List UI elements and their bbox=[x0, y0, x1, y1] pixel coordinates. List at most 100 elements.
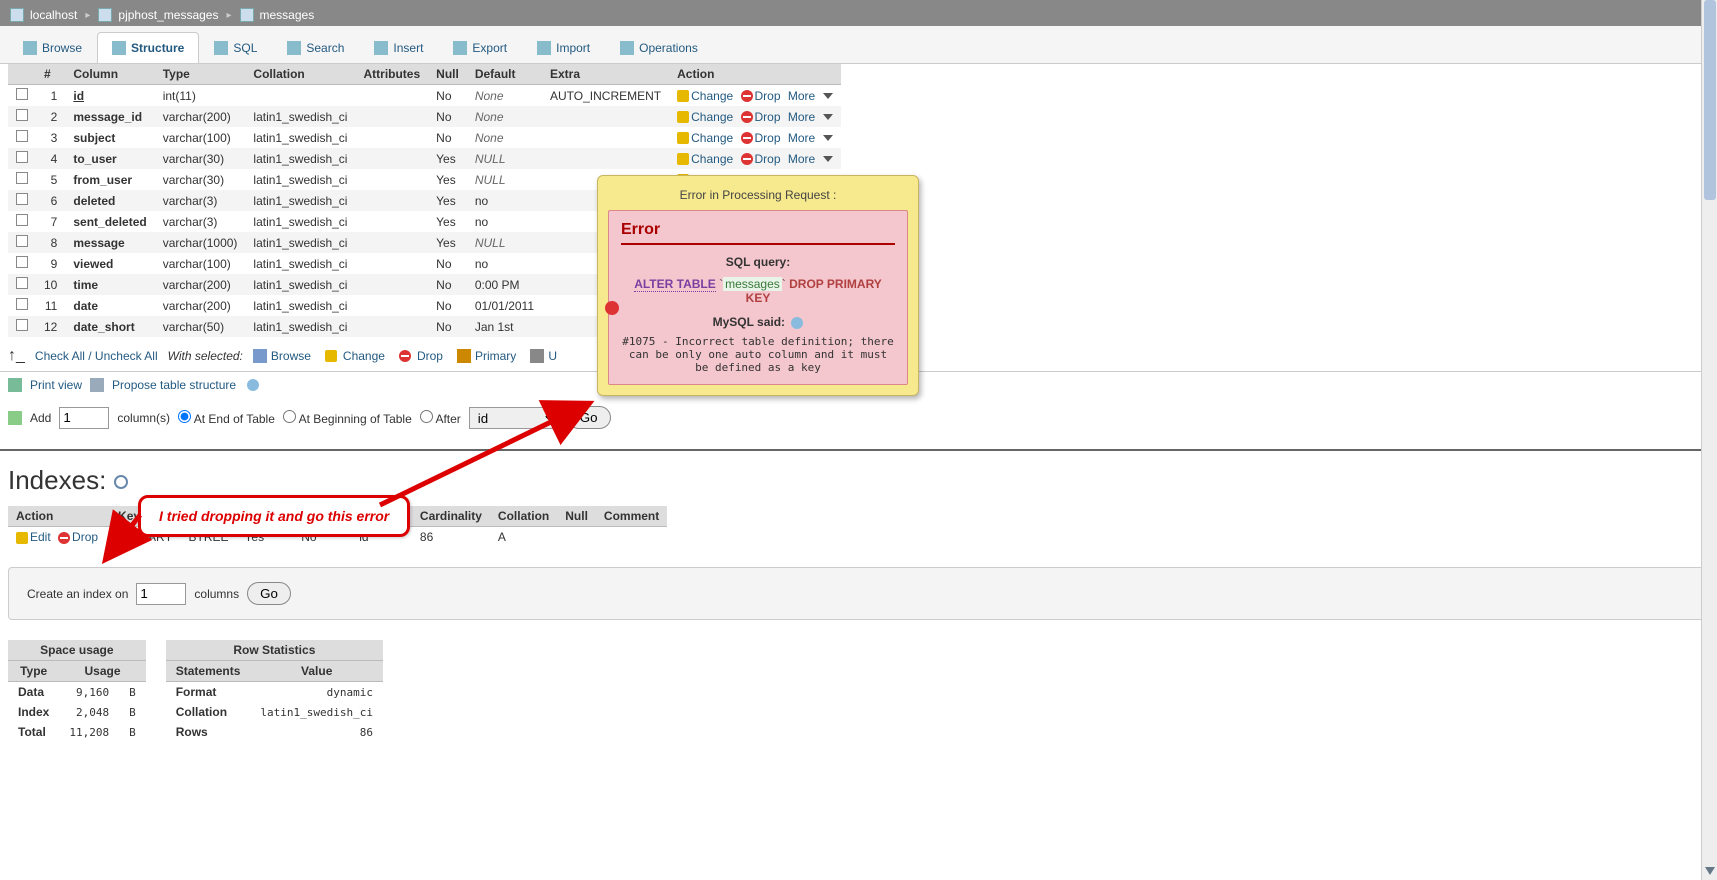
row-checkbox[interactable] bbox=[16, 151, 28, 163]
more-link[interactable]: More bbox=[788, 110, 815, 124]
stat-value: dynamic bbox=[250, 682, 383, 703]
vertical-scrollbar[interactable] bbox=[1701, 0, 1717, 880]
print-view-link[interactable]: Print view bbox=[30, 378, 82, 392]
bulk-label: U bbox=[548, 349, 557, 363]
more-link[interactable]: More bbox=[788, 89, 815, 103]
create-index-go-button[interactable]: Go bbox=[247, 582, 291, 605]
row-checkbox[interactable] bbox=[16, 172, 28, 184]
bulk-primary[interactable]: Primary bbox=[457, 349, 516, 363]
bulk-unique[interactable]: U bbox=[530, 349, 557, 363]
row-checkbox[interactable] bbox=[16, 130, 28, 142]
export-icon bbox=[453, 41, 467, 55]
bulk-drop[interactable]: Drop bbox=[399, 349, 443, 363]
pencil-icon bbox=[325, 350, 337, 362]
create-index-label: Create an index on bbox=[27, 587, 128, 601]
tab-search[interactable]: Search bbox=[272, 32, 359, 63]
change-link[interactable]: Change bbox=[691, 152, 733, 166]
bulk-browse[interactable]: Browse bbox=[253, 349, 311, 363]
tab-export[interactable]: Export bbox=[438, 32, 522, 63]
th-cardinality: Cardinality bbox=[412, 506, 490, 527]
at-end-radio[interactable]: At End of Table bbox=[178, 410, 275, 426]
col-num: 12 bbox=[36, 316, 65, 337]
bulk-label: Browse bbox=[271, 349, 311, 363]
drop-link[interactable]: Drop bbox=[755, 152, 781, 166]
col-attributes bbox=[355, 295, 428, 316]
pencil-icon bbox=[677, 111, 689, 123]
radio-label: At Beginning of Table bbox=[299, 412, 412, 426]
after-radio[interactable]: After bbox=[420, 410, 461, 426]
at-begin-radio[interactable]: At Beginning of Table bbox=[283, 410, 412, 426]
th-usage: Usage bbox=[59, 661, 145, 682]
mysql-said-label: MySQL said: bbox=[621, 315, 895, 329]
col-name: message bbox=[65, 232, 154, 253]
row-checkbox[interactable] bbox=[16, 193, 28, 205]
col-num: 7 bbox=[36, 211, 65, 232]
add-count-input[interactable] bbox=[59, 407, 109, 429]
propose-icon bbox=[90, 378, 104, 392]
drop-link[interactable]: Drop bbox=[755, 89, 781, 103]
help-icon[interactable] bbox=[247, 379, 259, 391]
row-checkbox[interactable] bbox=[16, 214, 28, 226]
chevron-down-icon bbox=[823, 114, 833, 120]
tab-insert[interactable]: Insert bbox=[359, 32, 438, 63]
breadcrumb-server[interactable]: localhost bbox=[30, 8, 77, 22]
th-type: Type bbox=[8, 661, 59, 682]
col-attributes bbox=[355, 190, 428, 211]
row-checkbox[interactable] bbox=[16, 277, 28, 289]
drop-icon bbox=[741, 90, 753, 102]
col-name: date bbox=[65, 295, 154, 316]
row-checkbox[interactable] bbox=[16, 298, 28, 310]
stats-row: Collationlatin1_swedish_ci bbox=[166, 702, 383, 722]
tab-structure[interactable]: Structure bbox=[97, 32, 199, 63]
go-button[interactable]: Go bbox=[567, 406, 611, 429]
col-collation: latin1_swedish_ci bbox=[245, 295, 355, 316]
chevron-icon: ▸ bbox=[85, 10, 90, 21]
col-null: No bbox=[428, 316, 467, 337]
breadcrumb: localhost ▸ pjphost_messages ▸ messages bbox=[0, 4, 1717, 26]
error-message: #1075 - Incorrect table definition; ther… bbox=[621, 335, 895, 374]
col-type: varchar(200) bbox=[155, 274, 246, 295]
stat-name: Collation bbox=[166, 702, 251, 722]
breadcrumb-db[interactable]: pjphost_messages bbox=[118, 8, 218, 22]
refresh-icon[interactable] bbox=[114, 475, 128, 489]
usage-stats: Space usage TypeUsage Data9,160BIndex2,0… bbox=[0, 640, 1717, 742]
col-type: varchar(50) bbox=[155, 316, 246, 337]
row-checkbox[interactable] bbox=[16, 256, 28, 268]
col-attributes bbox=[355, 85, 428, 107]
add-label: Add bbox=[30, 411, 51, 425]
key-icon bbox=[457, 349, 471, 363]
help-icon[interactable] bbox=[791, 317, 803, 329]
more-link[interactable]: More bbox=[788, 152, 815, 166]
tab-bar: Browse Structure SQL Search Insert Expor… bbox=[0, 26, 1717, 64]
col-actions: Change Drop More bbox=[669, 127, 841, 148]
row-checkbox[interactable] bbox=[16, 88, 28, 100]
row-checkbox[interactable] bbox=[16, 235, 28, 247]
edit-index-link[interactable]: Edit bbox=[30, 530, 51, 544]
tab-browse[interactable]: Browse bbox=[8, 32, 97, 63]
tab-import[interactable]: Import bbox=[522, 32, 605, 63]
propose-structure-link[interactable]: Propose table structure bbox=[112, 378, 236, 392]
scroll-down-icon[interactable] bbox=[1705, 867, 1715, 877]
drop-index-link[interactable]: Drop bbox=[72, 530, 98, 544]
tab-operations[interactable]: Operations bbox=[605, 32, 713, 63]
bulk-change[interactable]: Change bbox=[325, 349, 385, 363]
col-name: message_id bbox=[65, 106, 154, 127]
breadcrumb-table[interactable]: messages bbox=[260, 8, 315, 22]
row-checkbox[interactable] bbox=[16, 109, 28, 121]
col-attributes bbox=[355, 316, 428, 337]
change-link[interactable]: Change bbox=[691, 110, 733, 124]
after-column-select[interactable]: id bbox=[469, 407, 559, 429]
more-link[interactable]: More bbox=[788, 131, 815, 145]
drop-link[interactable]: Drop bbox=[755, 131, 781, 145]
scrollbar-thumb[interactable] bbox=[1704, 0, 1716, 200]
col-null: Yes bbox=[428, 232, 467, 253]
tab-sql[interactable]: SQL bbox=[199, 32, 272, 63]
index-columns-input[interactable] bbox=[136, 583, 186, 605]
col-default: None bbox=[467, 127, 542, 148]
change-link[interactable]: Change bbox=[691, 131, 733, 145]
drop-link[interactable]: Drop bbox=[755, 110, 781, 124]
change-link[interactable]: Change bbox=[691, 89, 733, 103]
row-checkbox[interactable] bbox=[16, 319, 28, 331]
check-all-link[interactable]: Check All / Uncheck All bbox=[35, 349, 158, 363]
col-type: varchar(200) bbox=[155, 106, 246, 127]
